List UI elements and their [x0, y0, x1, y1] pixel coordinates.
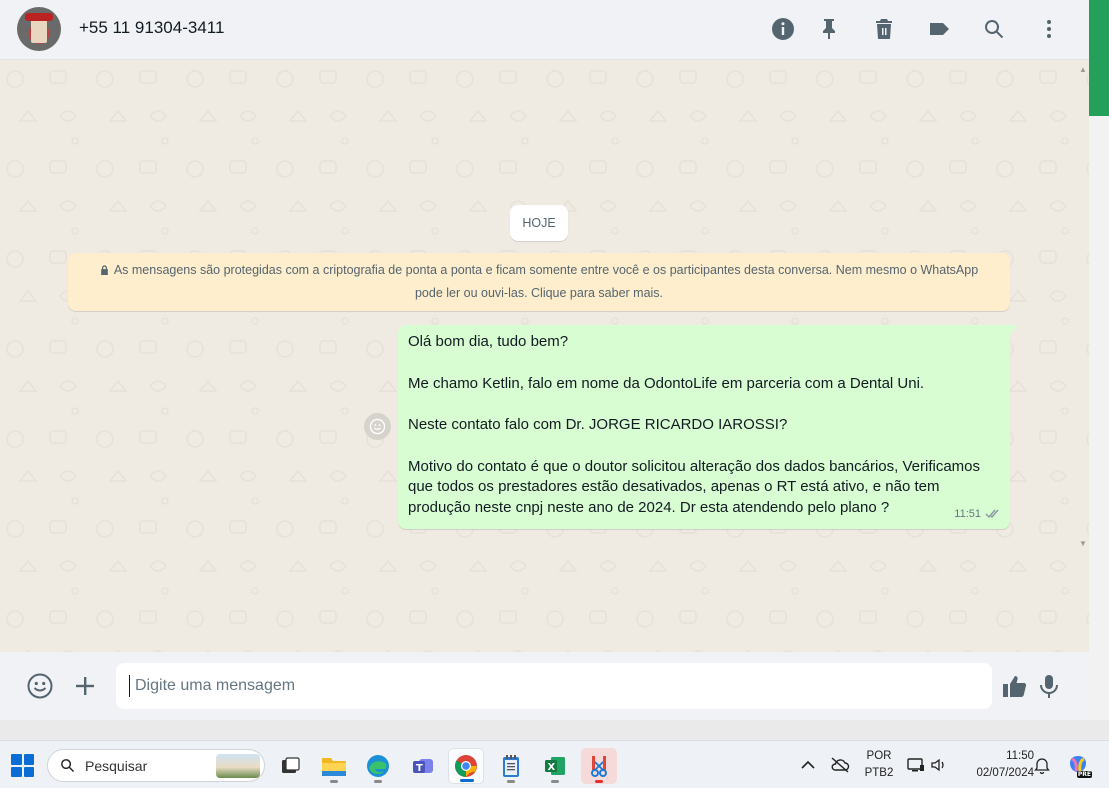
copilot-icon[interactable]: PRE — [1066, 753, 1092, 778]
excel-icon[interactable]: X — [537, 748, 573, 784]
taskbar-search-label: Pesquisar — [85, 757, 148, 774]
search-icon — [61, 759, 75, 773]
display-icon[interactable] — [906, 755, 926, 775]
task-view-icon[interactable] — [272, 748, 308, 784]
contact-name[interactable]: +55 11 91304-3411 — [79, 18, 224, 38]
svg-text:X: X — [548, 762, 556, 773]
double-check-icon — [985, 509, 999, 519]
label-icon[interactable] — [927, 17, 951, 41]
keyboard-layout: PTB2 — [864, 767, 894, 779]
message-input-box[interactable] — [116, 663, 992, 709]
message-line: Me chamo Ketlin, falo em nome da OdontoL… — [408, 374, 925, 392]
start-button-icon[interactable] — [11, 754, 34, 777]
window-scrollbar-track[interactable] — [1089, 116, 1109, 720]
window-bottom-border — [0, 720, 1109, 740]
running-indicator — [507, 780, 515, 783]
edge-browser-icon[interactable] — [360, 748, 396, 784]
notepad-icon[interactable] — [493, 748, 529, 784]
date-separator: HOJE — [510, 205, 568, 241]
pin-icon[interactable] — [817, 17, 841, 41]
file-explorer-icon[interactable] — [316, 748, 352, 784]
teams-icon[interactable]: T — [405, 748, 441, 784]
windows-taskbar: Pesquisar T X POR PTB2 11:50 02/07/2024 … — [0, 740, 1109, 788]
encryption-notice-text: As mensagens são protegidas com a cripto… — [113, 263, 979, 300]
window-accent-strip — [1089, 0, 1109, 116]
notification-bell-icon[interactable] — [1032, 755, 1052, 775]
message-line: Motivo do contato é que o doutor solicit… — [408, 457, 985, 516]
chat-header: +55 11 91304-3411 — [0, 0, 1089, 60]
snipping-tool-icon[interactable] — [581, 748, 617, 784]
chrome-icon[interactable] — [448, 748, 484, 784]
message-time: 11:51 — [954, 507, 981, 520]
message-line: Neste contato falo com Dr. JORGE RICARDO… — [408, 416, 788, 433]
chevron-up-icon[interactable] — [798, 755, 818, 775]
clock-time: 11:50 — [1006, 750, 1034, 762]
emoji-icon — [369, 418, 386, 435]
cloud-offline-icon[interactable] — [830, 755, 850, 775]
info-icon[interactable] — [771, 17, 795, 41]
message-meta: 11:51 — [954, 504, 1001, 525]
message-input[interactable] — [129, 675, 992, 697]
encryption-notice[interactable]: As mensagens são protegidas com a cripto… — [68, 253, 1010, 311]
chat-panel[interactable]: ▲ ▼ HOJE As mensagens são protegidas com… — [0, 61, 1089, 652]
delete-icon[interactable] — [872, 17, 896, 41]
outgoing-message-bubble[interactable]: Olá bom dia, tudo bem? Me chamo Ketlin, … — [398, 325, 1018, 529]
input-language[interactable]: POR PTB2 — [863, 748, 895, 782]
system-clock[interactable]: 11:50 02/07/2024 — [958, 748, 1034, 782]
running-indicator — [374, 780, 382, 783]
preview-badge: PRE — [1076, 771, 1092, 778]
clock-date: 02/07/2024 — [976, 767, 1034, 779]
thumbs-up-icon[interactable] — [1001, 673, 1027, 699]
react-emoji-button[interactable] — [364, 413, 391, 440]
lock-icon — [100, 265, 108, 275]
search-icon[interactable] — [982, 17, 1006, 41]
contact-avatar[interactable] — [17, 7, 61, 51]
active-indicator — [460, 779, 474, 782]
running-indicator — [551, 780, 559, 783]
language-code: POR — [866, 750, 892, 762]
svg-text:T: T — [416, 763, 423, 774]
search-highlight-image[interactable] — [216, 754, 260, 778]
running-indicator — [330, 780, 338, 783]
menu-icon[interactable] — [1037, 17, 1061, 41]
attach-plus-icon[interactable] — [72, 673, 98, 699]
speaker-icon[interactable] — [929, 755, 949, 775]
running-indicator — [595, 780, 603, 783]
microphone-icon[interactable] — [1036, 673, 1062, 699]
taskbar-search[interactable]: Pesquisar — [47, 749, 265, 782]
message-line: Olá bom dia, tudo bem? — [408, 333, 569, 350]
emoji-picker-icon[interactable] — [27, 673, 53, 699]
composer-bar — [0, 652, 1089, 720]
scroll-down-arrow-icon[interactable]: ▼ — [1079, 539, 1087, 548]
scroll-up-arrow-icon[interactable]: ▲ — [1079, 65, 1087, 74]
